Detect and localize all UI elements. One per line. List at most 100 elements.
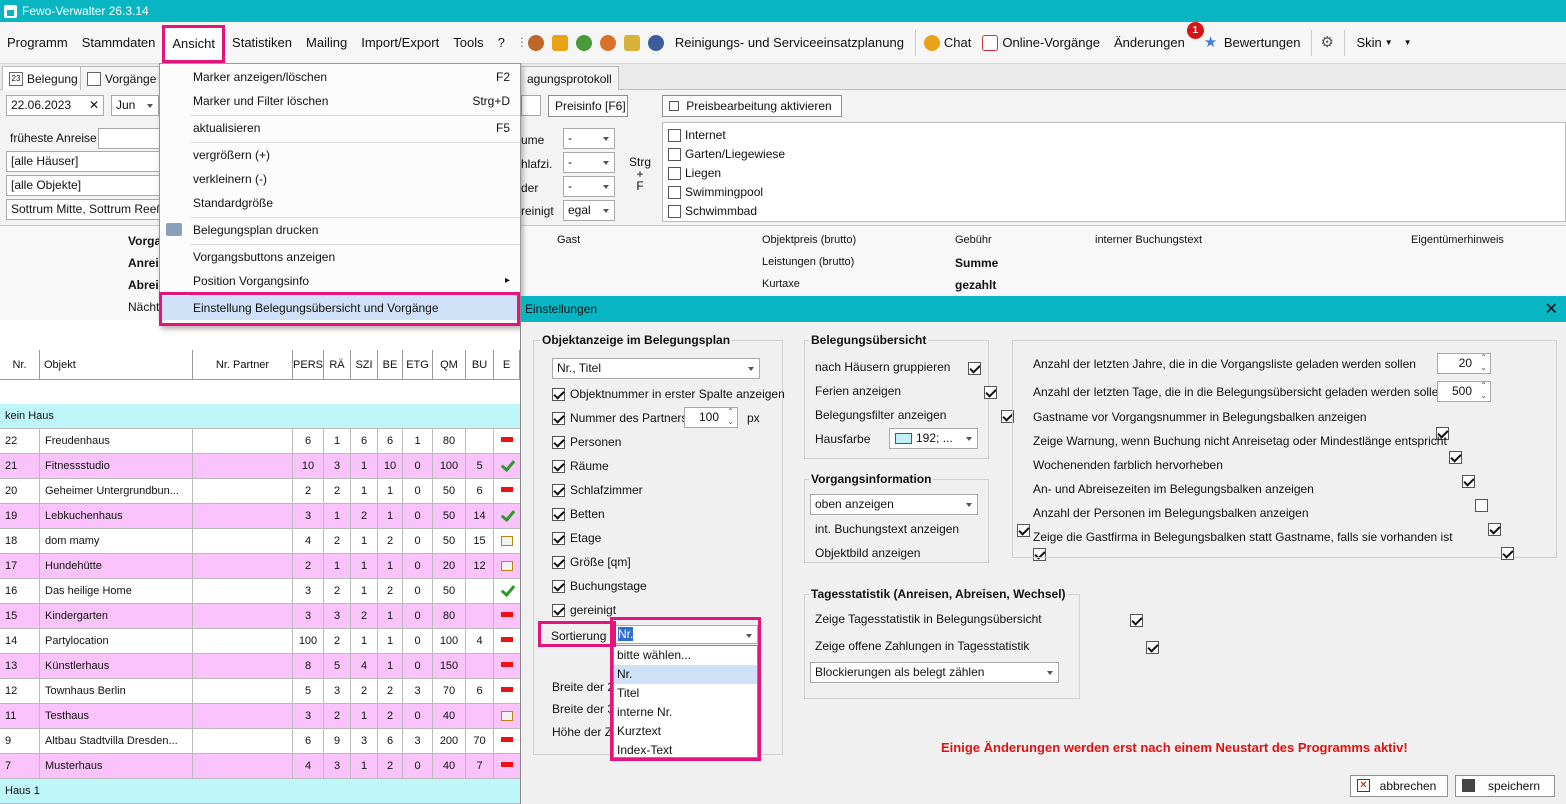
table-row[interactable]: 17 Hundehütte 2 1 1 1 0 20 12 xyxy=(0,554,520,579)
col-header-bu[interactable]: BU xyxy=(466,350,494,380)
table-row[interactable]: 16 Das heilige Home 3 2 1 2 0 50 xyxy=(0,579,520,604)
menu-aenderungen[interactable]: Änderungen 1 xyxy=(1107,22,1204,63)
home-icon[interactable] xyxy=(551,34,568,51)
menu-programm[interactable]: Programm xyxy=(0,22,75,63)
table-row[interactable]: 15 Kindergarten 3 3 2 1 0 80 xyxy=(0,604,520,629)
table-row[interactable]: 7 Musterhaus 4 3 1 2 0 40 7 xyxy=(0,754,520,779)
menu-statistiken[interactable]: Statistiken xyxy=(225,22,299,63)
feature-liegen[interactable]: Liegen xyxy=(668,166,721,180)
menu-item-position-vorgangsinfo[interactable]: Position Vorgangsinfo ▸ xyxy=(160,269,520,293)
table-row[interactable]: 22 Freudenhaus 6 1 6 6 1 80 xyxy=(0,429,520,454)
menu-item-standardgroesse[interactable]: Standardgröße xyxy=(160,191,520,215)
sortierung-select[interactable]: Nr. xyxy=(615,625,758,644)
obj-check-row[interactable]: Schlafzimmer xyxy=(552,483,643,497)
gereinigt-select[interactable]: egal xyxy=(563,200,615,221)
preisinfo-button[interactable]: Preisinfo [F6] xyxy=(548,95,628,117)
partner-width-spinner[interactable]: 100 xyxy=(684,407,738,428)
bel-checkbox-gruppieren[interactable] xyxy=(968,362,981,376)
right-checkbox[interactable] xyxy=(1475,498,1488,512)
years-spinner[interactable]: 20 xyxy=(1437,353,1491,374)
table-row[interactable]: 20 Geheimer Untergrundbun... 2 2 1 1 0 50 6 xyxy=(0,479,520,504)
vorgang-position-select[interactable]: oben anzeigen xyxy=(810,494,978,515)
obj-checkbox[interactable] xyxy=(552,483,565,497)
raeume-select[interactable]: - xyxy=(563,128,615,149)
close-icon[interactable]: ✕ xyxy=(1545,299,1558,319)
menu-tools[interactable]: Tools xyxy=(446,22,490,63)
col-header-ra[interactable]: RÄ xyxy=(324,350,351,380)
menu-cleaning[interactable]: Reinigungs- und Serviceeinsatzplanung xyxy=(668,22,911,63)
menu-help[interactable]: ? xyxy=(491,22,512,63)
obj-check-row[interactable]: Größe [qm] xyxy=(552,555,631,569)
right-checkbox[interactable] xyxy=(1488,522,1501,536)
menu-skin[interactable]: Skin ▼ xyxy=(1349,22,1399,63)
save-button[interactable]: speichern xyxy=(1455,775,1555,797)
group-row-kein-haus[interactable]: kein Haus xyxy=(0,404,520,429)
col-header-partner[interactable]: Nr. Partner xyxy=(193,350,293,380)
group-row-haus-1[interactable]: Haus 1 xyxy=(0,779,520,804)
obj-check-row[interactable]: gereinigt xyxy=(552,603,616,617)
menu-item-aktualisieren[interactable]: aktualisieren F5 xyxy=(160,116,520,140)
obj-check-row[interactable]: Objektnummer in erster Spalte anzeigen xyxy=(552,387,785,401)
feature-checkbox[interactable] xyxy=(668,204,681,218)
obj-check-row[interactable]: Etage xyxy=(552,531,601,545)
bel-checkbox-ferien[interactable] xyxy=(984,386,998,400)
obj-check-row[interactable]: Räume xyxy=(552,459,609,473)
col-header-e[interactable]: E xyxy=(494,350,520,380)
obj-checkbox[interactable] xyxy=(552,579,565,593)
feature-checkbox[interactable] xyxy=(668,185,681,199)
obj-checkbox[interactable] xyxy=(552,603,565,617)
sort-option[interactable]: Index-Text xyxy=(614,741,757,760)
obj-checkbox[interactable] xyxy=(552,459,565,473)
feature-swimmingpool[interactable]: Swimmingpool xyxy=(668,185,763,199)
objektanzeige-select[interactable]: Nr., Titel xyxy=(552,358,760,379)
table-row[interactable]: 18 dom mamy 4 2 1 2 0 50 15 xyxy=(0,529,520,554)
obj-checkbox[interactable] xyxy=(552,507,565,521)
schlafzimmer-select[interactable]: - xyxy=(563,152,615,173)
location-select[interactable]: Sottrum Mitte, Sottrum Reeßun xyxy=(6,199,160,220)
right-checkbox[interactable] xyxy=(1462,474,1475,488)
person-group-icon[interactable] xyxy=(527,34,544,51)
table-row[interactable]: 9 Altbau Stadtvilla Dresden... 6 9 3 6 3 200 70 xyxy=(0,729,520,754)
col-header-szi[interactable]: SZI xyxy=(351,350,378,380)
col-header-be[interactable]: BE xyxy=(378,350,403,380)
menu-bewertungen[interactable]: Bewertungen xyxy=(1224,22,1308,63)
col-header-objekt[interactable]: Objekt xyxy=(40,350,193,380)
earliest-input[interactable] xyxy=(98,128,160,149)
sort-option[interactable]: Titel xyxy=(614,684,757,703)
obj-checkbox[interactable] xyxy=(552,435,565,449)
sort-option[interactable]: interne Nr. xyxy=(614,703,757,722)
menu-import-export[interactable]: Import/Export xyxy=(354,22,446,63)
houses-select[interactable]: [alle Häuser] xyxy=(6,151,160,172)
feature-internet[interactable]: Internet xyxy=(668,128,726,142)
col-header-qm[interactable]: QM xyxy=(433,350,466,380)
obj-check-row[interactable]: Nummer des Partners xyxy=(552,411,687,425)
obj-checkbox[interactable] xyxy=(552,387,565,401)
tab-belegung[interactable]: 23 Belegung xyxy=(2,66,85,90)
sort-option[interactable]: bitte wählen... xyxy=(614,646,757,665)
table-row[interactable]: 13 Künstlerhaus 8 5 4 1 0 150 xyxy=(0,654,520,679)
col-header-nr[interactable]: Nr. xyxy=(0,350,40,380)
tab-vorgaenge[interactable]: Vorgänge xyxy=(80,66,164,90)
sort-option[interactable]: Nr. xyxy=(614,665,757,684)
blockierungen-select[interactable]: Blockierungen als belegt zählen xyxy=(810,662,1059,683)
cancel-button[interactable]: ✕ abbrechen xyxy=(1350,775,1448,797)
chevron-down-icon[interactable]: ▼ xyxy=(1404,38,1412,47)
menu-mailing[interactable]: Mailing xyxy=(299,22,354,63)
month-select[interactable]: Jun xyxy=(111,95,159,116)
feature-checkbox[interactable] xyxy=(668,166,681,180)
objects-select[interactable]: [alle Objekte] xyxy=(6,175,160,196)
menu-chat[interactable]: Chat xyxy=(944,22,978,63)
feature-checkbox[interactable] xyxy=(668,147,681,161)
obj-checkbox[interactable] xyxy=(552,555,565,569)
feature-checkbox[interactable] xyxy=(668,128,681,142)
obj-checkbox[interactable] xyxy=(552,531,565,545)
clear-icon[interactable]: ✕ xyxy=(89,98,99,112)
sort-option[interactable]: Kurztext xyxy=(614,722,757,741)
col-header-pers[interactable]: PERS xyxy=(293,350,324,380)
table-row[interactable]: 14 Partylocation 100 2 1 1 0 100 4 xyxy=(0,629,520,654)
obj-check-row[interactable]: Personen xyxy=(552,435,621,449)
menu-ansicht[interactable]: Ansicht xyxy=(162,24,226,63)
table-row[interactable]: 12 Townhaus Berlin 5 3 2 2 3 70 6 xyxy=(0,679,520,704)
gear-icon[interactable]: ⚙ xyxy=(1320,34,1336,51)
menu-item-marker-filter[interactable]: Marker und Filter löschen Strg+D xyxy=(160,89,520,113)
